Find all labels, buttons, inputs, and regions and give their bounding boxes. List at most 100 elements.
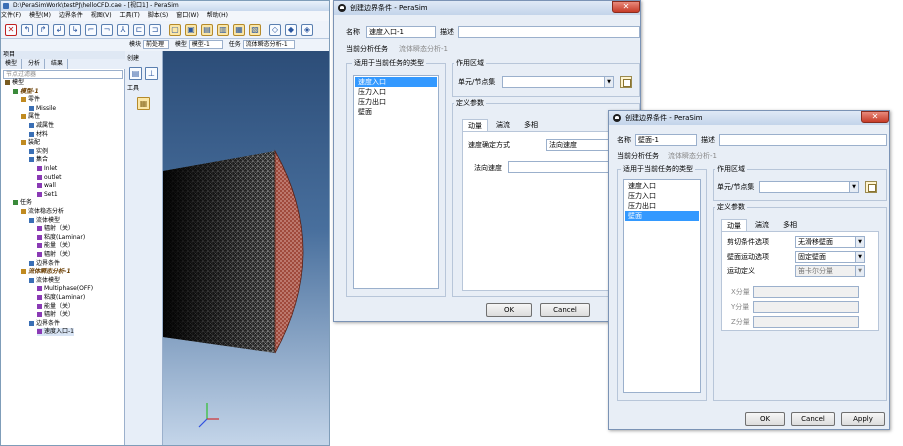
tree-node[interactable]: 模型-1 bbox=[13, 88, 39, 96]
menu-file[interactable]: 文件(F) bbox=[1, 12, 21, 19]
tree-node[interactable]: 任务 bbox=[13, 199, 32, 207]
dialog2-scope-select[interactable]: ▼ bbox=[759, 181, 859, 193]
view-front-icon[interactable]: ⊏ bbox=[133, 24, 145, 36]
tree-node[interactable]: wall bbox=[37, 182, 56, 190]
cube-bottom-icon[interactable]: ▧ bbox=[249, 24, 261, 36]
dialog2-shear-select[interactable]: 无滑移壁面 ▼ bbox=[795, 236, 865, 248]
tree-node[interactable]: outlet bbox=[37, 174, 62, 182]
graphics-viewport[interactable] bbox=[163, 51, 329, 445]
dialog2-close-button[interactable]: ✕ bbox=[861, 111, 889, 123]
type-list-item[interactable]: 压力出口 bbox=[355, 97, 437, 107]
cube-side-icon[interactable]: ▥ bbox=[217, 24, 229, 36]
tree-node[interactable]: 辐射（关） bbox=[37, 311, 74, 319]
type-list-item[interactable]: 速度入口 bbox=[355, 77, 437, 87]
dialog2-wall-motion-select[interactable]: 固定壁面 ▼ bbox=[795, 251, 865, 263]
type-list-item[interactable]: 速度入口 bbox=[625, 181, 699, 191]
dialog1-ok-button[interactable]: OK bbox=[486, 303, 532, 317]
tree-node[interactable]: 能量（关） bbox=[37, 242, 74, 250]
tree-node[interactable]: 边界条件 bbox=[29, 320, 60, 328]
cube-iso-icon[interactable]: ▣ bbox=[185, 24, 197, 36]
model-select[interactable]: 模型-1 bbox=[188, 40, 223, 49]
tab-analysis[interactable]: 分析 bbox=[24, 59, 45, 69]
dialog1-tab-momentum[interactable]: 动量 bbox=[462, 119, 488, 131]
tree-node[interactable]: 实例 bbox=[29, 148, 48, 156]
menu-view[interactable]: 视图(V) bbox=[91, 12, 112, 19]
tree-node[interactable]: 模型 bbox=[5, 79, 24, 87]
tree-node[interactable]: 装配 bbox=[21, 139, 40, 147]
tree-node[interactable]: 辐射（关） bbox=[37, 225, 74, 233]
tree-node[interactable]: 边界条件 bbox=[29, 260, 60, 268]
type-list-item[interactable]: 壁面 bbox=[625, 211, 699, 221]
module-select[interactable]: 前处理 bbox=[142, 40, 169, 49]
tree-node[interactable]: 粘度(Laminar) bbox=[37, 234, 85, 242]
rotate-x-icon[interactable]: ↰ bbox=[21, 24, 33, 36]
dialog2-tab-multiphase[interactable]: 多相 bbox=[777, 219, 803, 231]
tree-node[interactable]: 流体模型 bbox=[29, 217, 60, 225]
view-right-icon[interactable]: ¬ bbox=[101, 24, 113, 36]
cube-front-icon[interactable]: ▦ bbox=[233, 24, 245, 36]
dialog2-type-list[interactable]: 速度入口 压力入口 压力出口 壁面 bbox=[623, 179, 701, 393]
task-select[interactable]: 流体瞬态分析-1 bbox=[242, 40, 295, 49]
mesh-icon[interactable]: ◈ bbox=[301, 24, 313, 36]
tree-node[interactable]: Inlet bbox=[37, 165, 57, 173]
create-boundary-icon[interactable]: ▤ bbox=[129, 67, 142, 80]
menu-tools[interactable]: 工具(T) bbox=[120, 12, 140, 19]
type-list-item[interactable]: 压力入口 bbox=[355, 87, 437, 97]
dialog2-scope-pick-icon[interactable] bbox=[865, 181, 877, 193]
cube-top-icon[interactable]: ▤ bbox=[201, 24, 213, 36]
menu-script[interactable]: 脚本(S) bbox=[148, 12, 169, 19]
dialog2-ok-button[interactable]: OK bbox=[745, 412, 785, 426]
dialog1-type-list[interactable]: 速度入口 压力入口 压力出口 壁面 bbox=[353, 75, 439, 289]
dialog2-cancel-button[interactable]: Cancel bbox=[791, 412, 835, 426]
type-list-item[interactable]: 压力入口 bbox=[625, 191, 699, 201]
dialog2-desc-field[interactable] bbox=[719, 134, 887, 146]
dialog1-tab-multiphase[interactable]: 多相 bbox=[518, 119, 544, 131]
menu-window[interactable]: 窗口(W) bbox=[176, 12, 199, 19]
tree-node[interactable]: 属性 bbox=[21, 113, 40, 121]
rotate-z-icon[interactable]: ↲ bbox=[53, 24, 65, 36]
node-filter-input[interactable]: 节点过滤器 bbox=[3, 70, 123, 79]
tree-node[interactable]: 速度入口-1 bbox=[37, 328, 74, 337]
tab-results[interactable]: 结果 bbox=[47, 59, 68, 69]
cube-icon[interactable]: ▢ bbox=[169, 24, 181, 36]
tree-node[interactable]: 材料 bbox=[29, 131, 48, 139]
tree-node[interactable]: Missile bbox=[29, 105, 56, 113]
wireframe-icon[interactable]: ◇ bbox=[269, 24, 281, 36]
dialog2-apply-button[interactable]: Apply bbox=[841, 412, 885, 426]
dialog1-scope-pick-icon[interactable] bbox=[620, 76, 632, 88]
dialog2-tab-turbulence[interactable]: 湍流 bbox=[749, 219, 775, 231]
tab-model[interactable]: 模型 bbox=[1, 59, 23, 69]
type-list-item[interactable]: 压力出口 bbox=[625, 201, 699, 211]
dialog1-name-field[interactable]: 速度入口-1 bbox=[366, 26, 436, 38]
tree-node[interactable]: 粘度(Laminar) bbox=[37, 294, 85, 302]
tree-node[interactable]: 流体模型 bbox=[29, 277, 60, 285]
menu-help[interactable]: 帮助(H) bbox=[207, 12, 228, 19]
dialog1-cancel-button[interactable]: Cancel bbox=[540, 303, 590, 317]
dialog1-desc-field[interactable] bbox=[458, 26, 640, 38]
pan-icon[interactable]: ↳ bbox=[69, 24, 81, 36]
tree-node[interactable]: 流体瞬态分析-1 bbox=[21, 268, 71, 276]
tree-node[interactable]: Multiphase(OFF) bbox=[37, 285, 93, 293]
fit-view-icon[interactable]: ✕ bbox=[5, 24, 17, 36]
menu-model[interactable]: 模型(M) bbox=[29, 12, 51, 19]
dialog1-close-button[interactable]: ✕ bbox=[612, 1, 640, 13]
tree-node[interactable]: 流体稳态分析 bbox=[21, 208, 64, 216]
dialog1-tab-turbulence[interactable]: 湍流 bbox=[490, 119, 516, 131]
tree-node[interactable]: 减属性 bbox=[29, 122, 54, 130]
type-list-item[interactable]: 壁面 bbox=[355, 107, 437, 117]
tree-node[interactable]: 辐射（关） bbox=[37, 251, 74, 259]
tool-grid-icon[interactable]: ▦ bbox=[137, 97, 150, 110]
tree-node[interactable]: Set1 bbox=[37, 191, 58, 199]
dialog1-scope-select[interactable]: ▼ bbox=[502, 76, 614, 88]
tree-node[interactable]: 集合 bbox=[29, 156, 48, 164]
view-left-icon[interactable]: ⌐ bbox=[85, 24, 97, 36]
view-back-icon[interactable]: ⊐ bbox=[149, 24, 161, 36]
tree-node[interactable]: 能量（关） bbox=[37, 303, 74, 311]
dialog2-name-field[interactable]: 壁面-1 bbox=[635, 134, 697, 146]
tree-node[interactable]: 零件 bbox=[21, 96, 40, 104]
axis-icon[interactable]: ⅄ bbox=[117, 24, 129, 36]
dialog2-tab-momentum[interactable]: 动量 bbox=[721, 219, 747, 231]
create-load-icon[interactable]: ⊥ bbox=[145, 67, 158, 80]
rotate-y-icon[interactable]: ↱ bbox=[37, 24, 49, 36]
shaded-icon[interactable]: ◆ bbox=[285, 24, 297, 36]
